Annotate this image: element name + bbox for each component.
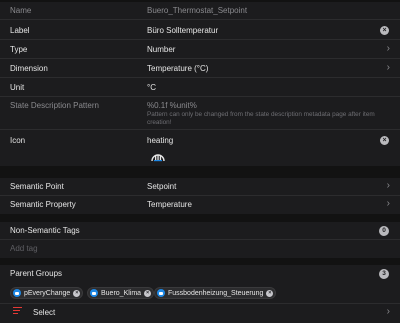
- chevron-right-icon: ›: [386, 198, 390, 209]
- tags-header-row: Non-Semantic Tags 0: [0, 222, 400, 240]
- group-chip[interactable]: Buero_Klima ×: [87, 287, 155, 299]
- select-label: Select: [33, 308, 56, 317]
- group-chip[interactable]: pEveryChange ×: [10, 287, 84, 299]
- parent-groups-count-badge: 3: [379, 269, 389, 279]
- dimension-value[interactable]: Temperature (°C): [147, 64, 208, 73]
- unit-label: Unit: [10, 83, 25, 92]
- list-select-icon: [13, 307, 22, 315]
- folder-icon: [90, 289, 98, 297]
- item-properties-group: Name Buero_Thermostat_Setpoint Label Bür…: [0, 2, 400, 166]
- semantic-point-row[interactable]: Semantic Point Setpoint ›: [0, 178, 400, 196]
- folder-icon: [157, 289, 165, 297]
- icon-label: Icon: [10, 136, 26, 145]
- unit-row[interactable]: Unit °C: [0, 79, 400, 97]
- parent-groups-label: Parent Groups: [10, 269, 63, 278]
- folder-icon: [13, 289, 21, 297]
- name-row: Name Buero_Thermostat_Setpoint: [0, 2, 400, 20]
- group-chip-label: Buero_Klima: [101, 289, 142, 297]
- clear-label-icon[interactable]: ×: [380, 26, 389, 35]
- chevron-right-icon: ›: [386, 306, 390, 317]
- group-chip-label: pEveryChange: [24, 289, 71, 297]
- parent-groups-header-row: Parent Groups 3: [0, 265, 400, 283]
- label-label: Label: [10, 26, 30, 35]
- type-label: Type: [10, 45, 28, 54]
- semantic-point-label: Semantic Point: [10, 182, 64, 191]
- semantic-property-label: Semantic Property: [10, 200, 76, 209]
- type-row[interactable]: Type Number ›: [0, 41, 400, 59]
- chevron-right-icon: ›: [386, 62, 390, 73]
- pattern-label: State Description Pattern: [10, 101, 99, 110]
- semantic-property-row[interactable]: Semantic Property Temperature ›: [0, 196, 400, 214]
- chevron-right-icon: ›: [386, 43, 390, 54]
- icon-input[interactable]: heating: [147, 136, 173, 145]
- name-value: Buero_Thermostat_Setpoint: [147, 6, 248, 15]
- semantics-group: Semantic Point Setpoint › Semantic Prope…: [0, 178, 400, 214]
- add-tag-input[interactable]: Add tag: [10, 244, 38, 253]
- type-value[interactable]: Number: [147, 45, 175, 54]
- remove-chip-icon[interactable]: ×: [73, 289, 81, 297]
- pattern-value: %0.1f %unit%: [147, 101, 197, 110]
- heating-radiator-icon: [151, 154, 165, 162]
- remove-chip-icon[interactable]: ×: [144, 289, 152, 297]
- pattern-note: Pattern can only be changed from the sta…: [147, 111, 375, 126]
- semantic-point-value[interactable]: Setpoint: [147, 182, 176, 191]
- dimension-label: Dimension: [10, 64, 48, 73]
- dimension-row[interactable]: Dimension Temperature (°C) ›: [0, 60, 400, 78]
- add-tag-row[interactable]: Add tag: [0, 240, 400, 258]
- label-input[interactable]: Büro Solltemperatur: [147, 26, 218, 35]
- semantic-property-value[interactable]: Temperature: [147, 200, 192, 209]
- icon-row[interactable]: Icon heating ×: [0, 132, 400, 166]
- tags-label: Non-Semantic Tags: [10, 226, 80, 235]
- group-chip-label: Fussbodenheizung_Steuerung: [168, 289, 264, 297]
- label-row[interactable]: Label Büro Solltemperatur ×: [0, 22, 400, 40]
- clear-icon-icon[interactable]: ×: [380, 136, 389, 145]
- name-label: Name: [10, 6, 32, 15]
- group-chip[interactable]: Fussbodenheizung_Steuerung ×: [154, 287, 277, 299]
- item-editor: Name Buero_Thermostat_Setpoint Label Bür…: [0, 0, 400, 323]
- chevron-right-icon: ›: [386, 180, 390, 191]
- unit-input[interactable]: °C: [147, 83, 156, 92]
- tags-count-badge: 0: [379, 226, 389, 236]
- tags-group: Non-Semantic Tags 0 Add tag: [0, 222, 400, 258]
- select-row[interactable]: Select ›: [0, 303, 400, 323]
- remove-chip-icon[interactable]: ×: [266, 289, 274, 297]
